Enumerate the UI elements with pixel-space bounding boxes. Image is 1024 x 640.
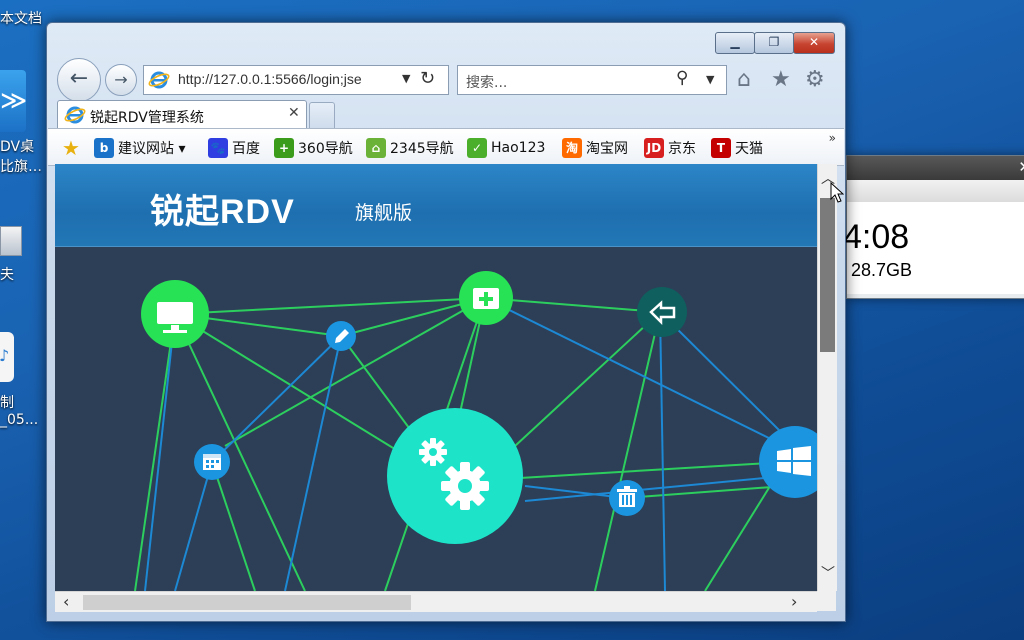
favorites-star-icon[interactable]: ★	[771, 67, 791, 92]
disk-size-text: 28.7GB	[851, 260, 913, 280]
desktop-label-top: 本文档	[0, 11, 42, 27]
back-arrow-node[interactable]	[637, 287, 687, 337]
vertical-scrollbar[interactable]: ︿ ﹀	[817, 164, 837, 591]
horizontal-scroll-thumb[interactable]	[83, 595, 411, 610]
address-url-text[interactable]: http://127.0.0.1:5566/login;jse	[178, 71, 392, 87]
horizontal-scrollbar[interactable]: ‹ ›	[55, 591, 817, 612]
rdv-desktop-shortcut[interactable]: ≫	[0, 70, 28, 132]
gear-icon[interactable]: ⚙	[805, 67, 825, 92]
hao123-check-icon: ✓	[467, 138, 487, 158]
favorite-label: 2345导航	[390, 141, 454, 157]
trash-node[interactable]	[609, 480, 645, 516]
calendar-node[interactable]	[194, 444, 230, 480]
search-icon[interactable]: ⚲	[676, 68, 688, 88]
scroll-right-icon[interactable]: ›	[791, 592, 797, 611]
back-button[interactable]: ←	[57, 58, 101, 102]
media-file-label-1: 制	[0, 395, 14, 411]
monitor-node[interactable]	[141, 280, 209, 348]
search-input[interactable]: 搜索...	[466, 72, 507, 92]
clock-time-text: 4:08	[843, 218, 910, 256]
edit-node[interactable]	[326, 321, 356, 351]
forward-button[interactable]: →	[105, 64, 137, 96]
favorite-label: 天猫	[735, 141, 763, 157]
favorite-link-3[interactable]: +360导航	[274, 138, 353, 158]
favorite-label: 淘宝网	[586, 141, 628, 157]
favorite-label: 京东	[668, 141, 696, 157]
ie-logo-icon	[148, 71, 170, 89]
background-window-titlebar: ✕	[847, 156, 1024, 180]
close-button[interactable]: ✕	[793, 32, 835, 54]
jd-icon: JD	[644, 138, 664, 158]
favorite-link-8[interactable]: T 天猫	[711, 138, 763, 158]
2345-house-icon: ⌂	[366, 138, 386, 158]
refresh-icon[interactable]: ↻	[420, 68, 435, 89]
360-plus-icon: +	[274, 138, 294, 158]
favorite-link-2[interactable]: 🐾 百度	[208, 138, 260, 158]
new-tab-button[interactable]	[309, 102, 335, 128]
desktop-shortcut-2-label: 夫	[0, 267, 14, 283]
favorite-link-6[interactable]: 淘淘宝网	[562, 138, 628, 158]
window-shortcut-icon[interactable]	[0, 226, 22, 256]
background-window-close-button[interactable]: ✕	[1018, 158, 1024, 176]
tab-title: 锐起RDV管理系统	[90, 110, 204, 126]
page-content: 锐起RDV 旗舰版	[55, 164, 817, 591]
search-dropdown-icon[interactable]: ▼	[706, 73, 714, 86]
favorite-label: 百度	[232, 141, 260, 157]
favorite-label: Hao123	[491, 140, 546, 156]
media-file-icon[interactable]: ♪	[0, 332, 14, 382]
baidu-paw-icon: 🐾	[208, 138, 228, 158]
tab-rdv-admin[interactable]: 锐起RDV管理系统 ✕	[57, 100, 307, 129]
taobao-icon: 淘	[562, 138, 582, 158]
rdv-shortcut-label-1: DV桌	[0, 139, 35, 155]
add-node[interactable]	[459, 271, 513, 325]
home-icon[interactable]: ⌂	[737, 67, 751, 92]
favorite-link-5[interactable]: ✓ Hao123	[467, 138, 545, 158]
background-window[interactable]: ✕ 4:08 28.7GB	[843, 155, 1024, 299]
page-header: 锐起RDV 旗舰版	[55, 164, 817, 247]
rdv-edition-text: 旗舰版	[355, 202, 413, 224]
settings-node[interactable]	[387, 408, 523, 544]
media-file-label-2: _05...	[0, 412, 39, 428]
background-window-toolbar	[847, 180, 1024, 203]
rdv-logo-text: 锐起RDV	[150, 193, 295, 231]
favorites-more-chevron[interactable]: »	[829, 131, 836, 145]
address-bar[interactable]: http://127.0.0.1:5566/login;jse ▼ ↻	[143, 65, 449, 95]
minimize-button[interactable]: ▁	[715, 32, 755, 54]
favorite-label: 360导航	[298, 141, 353, 157]
music-note-icon: ♪	[0, 346, 10, 365]
rdv-shortcut-label-2: 比旗…	[0, 159, 42, 175]
tab-close-icon[interactable]: ✕	[288, 105, 300, 121]
address-dropdown-icon[interactable]: ▼	[402, 72, 410, 85]
mouse-cursor-icon	[830, 182, 844, 203]
network-diagram	[134, 271, 817, 591]
favorites-bar: ★ b 建议网站 ▾ 🐾 百度 +360导航 ⌂ 2345导航 ✓ Hao123 淘淘宝网 JD 京东…	[48, 128, 844, 166]
chevron-icon: ≫	[0, 86, 28, 116]
vertical-scroll-thumb[interactable]	[820, 198, 835, 352]
scroll-down-icon[interactable]: ﹀	[821, 563, 835, 583]
favorite-link-4[interactable]: ⌂ 2345导航	[366, 138, 454, 158]
search-box[interactable]: 搜索... ⚲ ▼	[457, 65, 727, 95]
favorite-label: 建议网站 ▾	[118, 141, 186, 157]
tmall-icon: T	[711, 138, 731, 158]
tab-bar: 锐起RDV管理系统 ✕	[47, 98, 845, 129]
bing-icon: b	[94, 138, 114, 158]
maximize-button[interactable]: ❐	[754, 32, 794, 54]
ie-logo-icon	[64, 106, 86, 124]
favorite-link-1[interactable]: b 建议网站 ▾	[94, 138, 185, 158]
scroll-left-icon[interactable]: ‹	[63, 592, 69, 611]
favorites-star-add-icon[interactable]: ★	[62, 136, 80, 160]
favorite-link-7[interactable]: JD 京东	[644, 138, 696, 158]
